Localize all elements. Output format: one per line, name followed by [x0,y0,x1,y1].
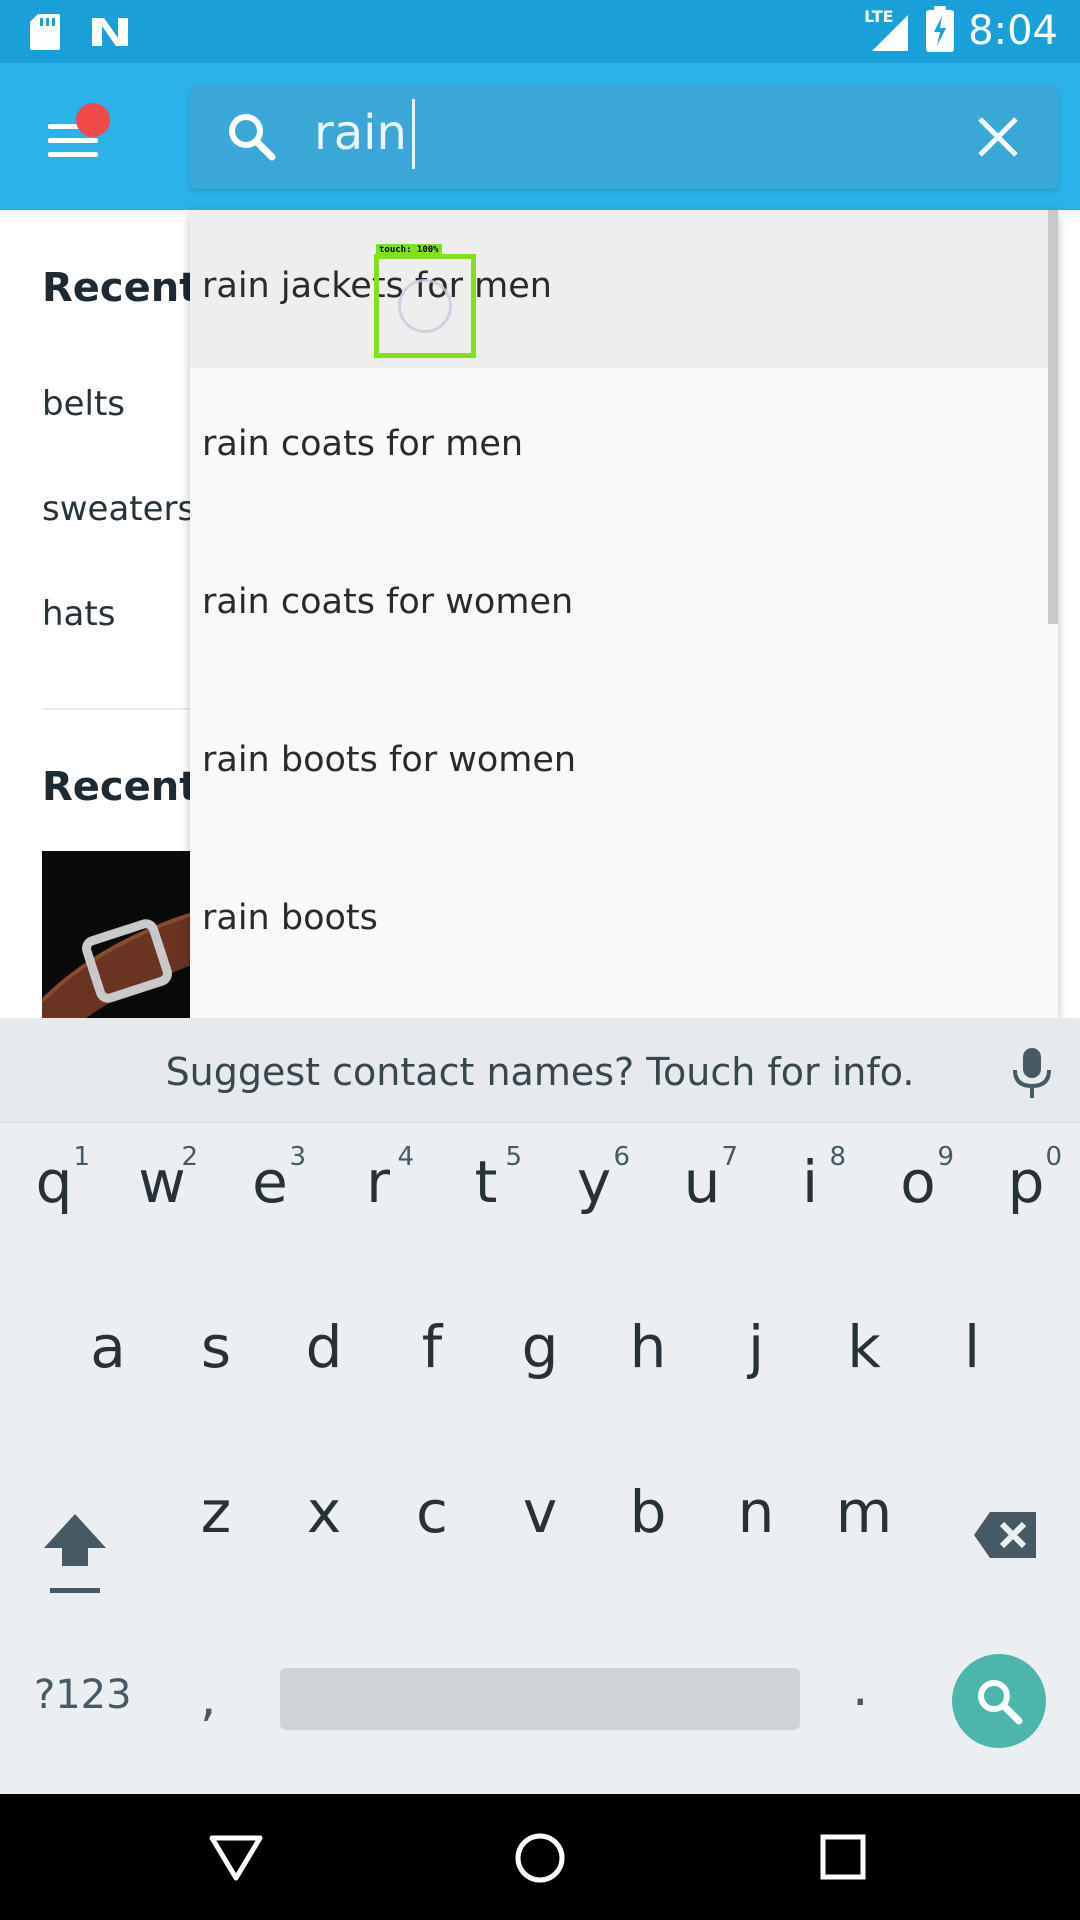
key-i[interactable]: i8 [756,1142,864,1216]
key-t[interactable]: t5 [432,1142,540,1216]
search-query: rain [314,105,407,161]
search-input[interactable]: rain [190,85,1058,189]
backspace-icon[interactable] [972,1510,1038,1564]
recent-search-item[interactable]: belts [42,384,125,424]
key-z[interactable]: z [162,1478,270,1546]
notification-n-icon [90,14,130,54]
recent-search-item[interactable]: hats [42,594,115,634]
search-icon [974,1676,1024,1730]
key-n[interactable]: n [702,1478,810,1546]
battery-charging-icon [926,6,955,56]
key-h[interactable]: h [594,1313,702,1381]
key-q[interactable]: q1 [0,1142,108,1216]
recently-viewed-heading: Recentl [42,764,213,810]
space-bar[interactable] [280,1668,800,1730]
keyboard-suggestion-bar[interactable]: Suggest contact names? Touch for info. [0,1018,1080,1123]
close-icon[interactable] [974,113,1022,161]
text-cursor [412,99,415,169]
key-l[interactable]: l [918,1313,1026,1381]
key-e[interactable]: e3 [216,1142,324,1216]
period-key[interactable]: . [852,1658,869,1718]
key-m[interactable]: m [810,1478,918,1546]
recents-icon[interactable] [818,1832,868,1886]
key-u[interactable]: u7 [648,1142,756,1216]
clock: 8:04 [968,8,1058,54]
product-thumbnail-belt[interactable] [42,851,202,1021]
recent-search-item[interactable]: sweaters [42,489,195,529]
key-b[interactable]: b [594,1478,702,1546]
touch-indicator-label: touch: 100% [376,244,442,256]
comma-key[interactable]: , [200,1668,217,1728]
suggestion-item[interactable]: rain boots [190,842,1048,1000]
key-w[interactable]: w2 [108,1142,216,1216]
navigation-bar [0,1794,1080,1920]
key-g[interactable]: g [486,1313,594,1381]
scrollbar[interactable] [1048,210,1058,624]
recent-searches-heading: Recent [42,265,199,311]
key-r[interactable]: r4 [324,1142,432,1216]
soft-keyboard: Suggest contact names? Touch for info. q… [0,1018,1080,1794]
suggestion-item[interactable]: rain coats for women [190,526,1048,684]
suggestion-item[interactable]: rain jackets for men [190,210,1048,368]
back-icon[interactable] [208,1834,264,1886]
microphone-icon[interactable] [1010,1046,1054,1104]
status-bar: LTE 8:04 [0,0,1080,63]
key-v[interactable]: v [486,1478,594,1546]
symbols-key[interactable]: ?123 [34,1672,132,1718]
key-o[interactable]: o9 [864,1142,972,1216]
search-icon [226,111,278,167]
key-c[interactable]: c [378,1478,486,1546]
app-bar: rain [0,63,1080,210]
suggestion-item[interactable]: rain boots for women [190,684,1048,842]
suggestion-dropdown: rain jackets for men rain coats for men … [190,210,1058,1018]
key-f[interactable]: f [378,1313,486,1381]
home-icon[interactable] [512,1830,568,1890]
key-s[interactable]: s [162,1313,270,1381]
suggestion-item[interactable]: rain coats for men [190,368,1048,526]
key-x[interactable]: x [270,1478,378,1546]
key-k[interactable]: k [810,1313,918,1381]
signal-icon: LTE [864,7,912,55]
key-y[interactable]: y6 [540,1142,648,1216]
shift-icon[interactable] [40,1508,110,1602]
key-a[interactable]: a [54,1313,162,1381]
touch-indicator-box [374,254,476,358]
keyboard-search-button[interactable] [952,1654,1046,1748]
key-p[interactable]: p0 [972,1142,1080,1216]
key-j[interactable]: j [702,1313,810,1381]
notification-badge [76,103,110,137]
sd-card-icon [28,12,62,56]
key-d[interactable]: d [270,1313,378,1381]
